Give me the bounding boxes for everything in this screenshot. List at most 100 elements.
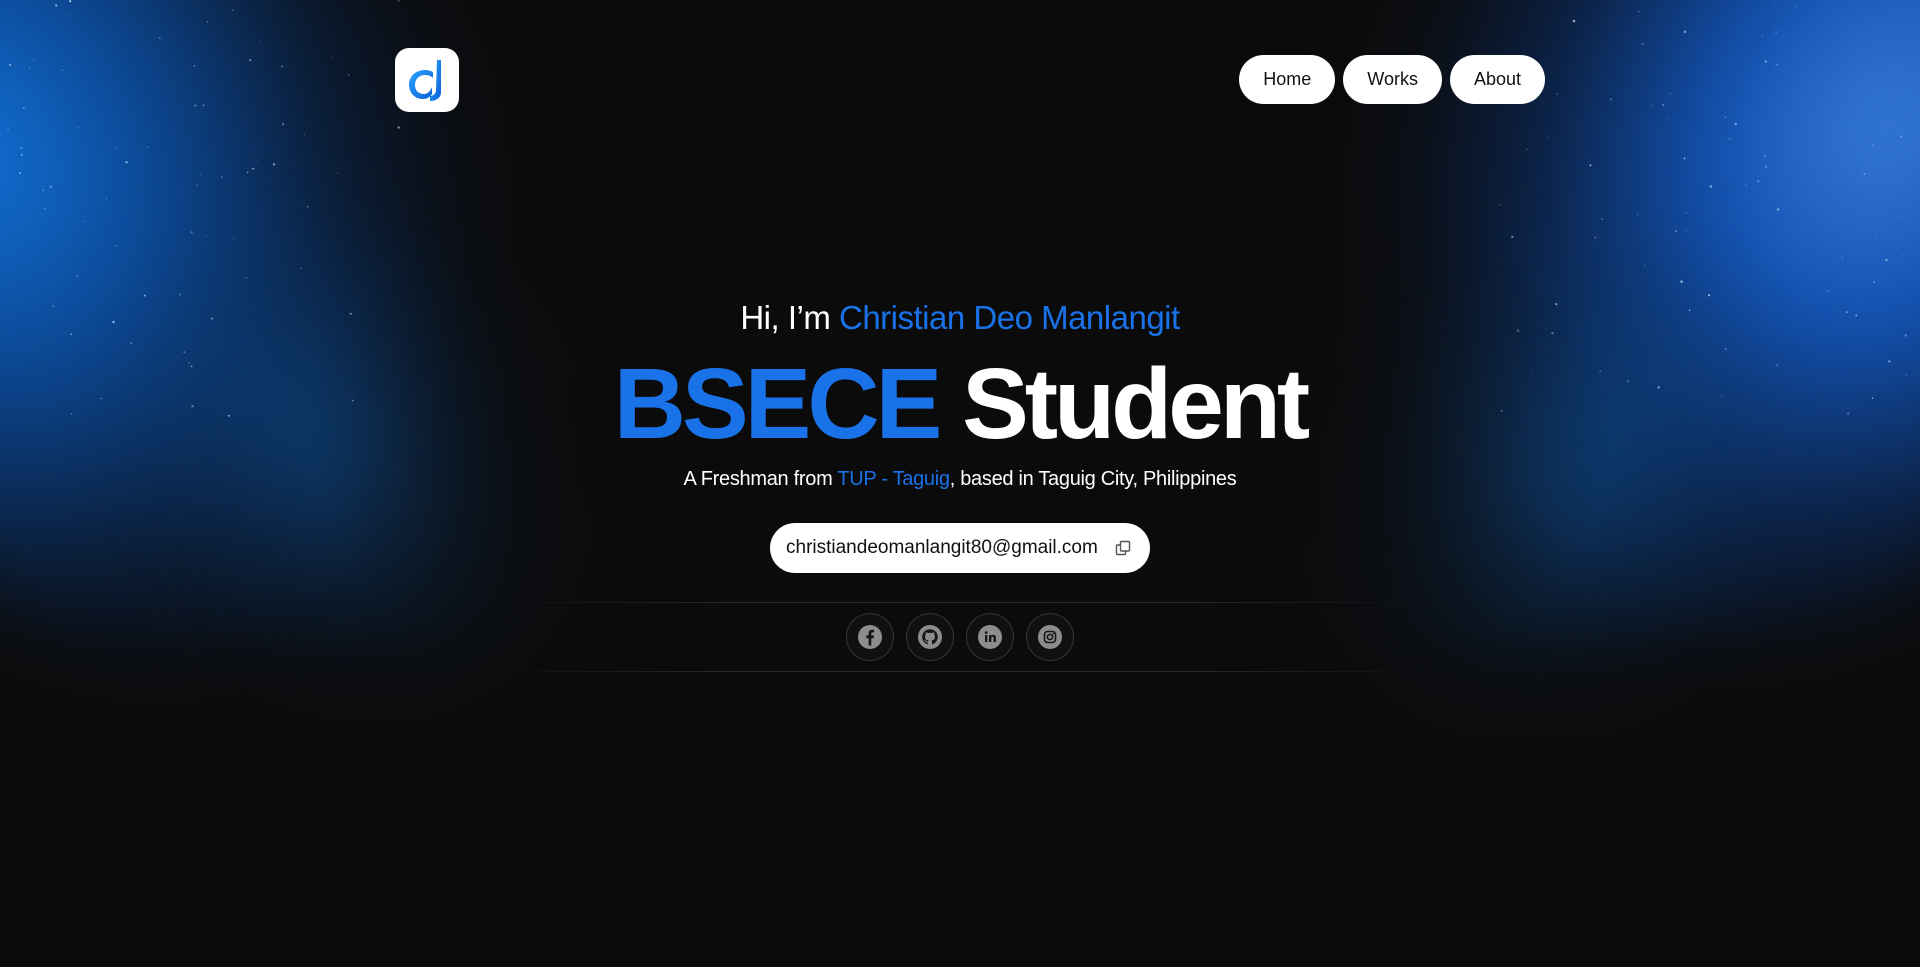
star: [49, 185, 52, 188]
star: [398, 0, 400, 2]
site-logo[interactable]: [395, 48, 459, 112]
star: [1863, 173, 1866, 175]
star: [1764, 60, 1767, 63]
star: [1499, 203, 1501, 206]
star: [9, 63, 12, 66]
headline-rest: Student: [938, 348, 1310, 460]
sub-suffix: , based in Taguig City, Philippines: [949, 468, 1237, 490]
star: [205, 234, 207, 237]
star: [202, 104, 205, 107]
star: [1675, 230, 1678, 233]
star: [1556, 93, 1558, 95]
star: [1526, 148, 1528, 151]
instagram-link[interactable]: [1026, 613, 1074, 661]
star: [1644, 264, 1646, 266]
star: [1874, 238, 1877, 240]
facebook-link[interactable]: [846, 613, 894, 661]
sub-prefix: A Freshman from: [683, 468, 838, 490]
nav-home-button[interactable]: Home: [1239, 55, 1336, 104]
star: [397, 126, 400, 129]
github-link[interactable]: [906, 613, 954, 661]
star: [1775, 31, 1777, 34]
star: [200, 173, 202, 175]
divider-top: [490, 602, 1430, 603]
star: [29, 67, 31, 69]
star: [190, 231, 193, 234]
star: [147, 146, 149, 148]
star: [33, 59, 35, 62]
star: [22, 106, 25, 109]
star: [115, 245, 117, 247]
star: [281, 65, 284, 68]
divider-bottom: [490, 671, 1430, 672]
star: [1826, 290, 1829, 292]
instagram-icon: [1038, 625, 1062, 649]
star: [42, 189, 45, 192]
star: [193, 64, 196, 67]
star: [1764, 165, 1768, 168]
person-name: Christian Deo Manlangit: [839, 299, 1180, 336]
star: [20, 147, 23, 149]
star: [1764, 154, 1766, 157]
greeting-prefix: Hi, I’m: [740, 299, 839, 336]
star: [1873, 281, 1875, 283]
d-letter-logo-icon: [409, 60, 441, 101]
email-copy-button[interactable]: christiandeomanlangit80@gmail.com: [770, 523, 1150, 573]
star: [1650, 104, 1652, 106]
email-text: christiandeomanlangit80@gmail.com: [786, 537, 1098, 558]
star: [1641, 42, 1644, 46]
github-icon: [918, 625, 942, 649]
star: [1776, 208, 1780, 211]
star: [1795, 5, 1797, 7]
star: [1637, 213, 1639, 215]
star: [1662, 104, 1664, 106]
star: [1729, 138, 1731, 140]
star: [1589, 164, 1592, 167]
nav-works-button[interactable]: Works: [1343, 55, 1442, 104]
star: [232, 9, 234, 11]
star: [7, 129, 10, 132]
star: [303, 133, 305, 135]
star: [1709, 185, 1713, 188]
star: [249, 59, 252, 62]
subheadline: A Freshman from TUP - Taguig, based in T…: [0, 465, 1920, 493]
star: [1594, 236, 1597, 239]
star: [158, 37, 161, 39]
star: [1872, 144, 1874, 146]
star: [233, 237, 235, 239]
greeting-line: Hi, I’m Christian Deo Manlangit: [0, 295, 1920, 340]
star: [1841, 257, 1844, 259]
star: [70, 15, 72, 17]
star: [1903, 255, 1905, 257]
star: [1774, 2, 1776, 4]
star: [255, 160, 257, 162]
facebook-icon: [858, 625, 882, 649]
star: [1734, 122, 1737, 126]
star: [196, 184, 198, 186]
star: [206, 21, 209, 23]
star: [1669, 92, 1671, 95]
page: Home Works About Hi, I’m Christian Deo M…: [0, 0, 1920, 967]
star: [1885, 258, 1888, 262]
star: [245, 276, 248, 279]
star: [76, 275, 78, 277]
hero-section: Hi, I’m Christian Deo Manlangit BSECE St…: [0, 295, 1920, 493]
star: [55, 4, 58, 7]
star: [331, 56, 333, 59]
nav-about-button[interactable]: About: [1449, 55, 1545, 104]
linkedin-link[interactable]: [966, 613, 1014, 661]
star: [1761, 35, 1763, 38]
star: [1757, 180, 1760, 183]
star: [1666, 118, 1668, 120]
star: [61, 69, 64, 72]
star: [259, 41, 261, 43]
star: [1609, 98, 1612, 101]
star: [115, 147, 117, 149]
copy-icon[interactable]: [1114, 539, 1132, 557]
star: [347, 74, 350, 76]
star: [18, 172, 22, 175]
star: [44, 207, 46, 210]
star: [1683, 30, 1687, 33]
star: [105, 198, 108, 200]
star: [83, 220, 85, 223]
